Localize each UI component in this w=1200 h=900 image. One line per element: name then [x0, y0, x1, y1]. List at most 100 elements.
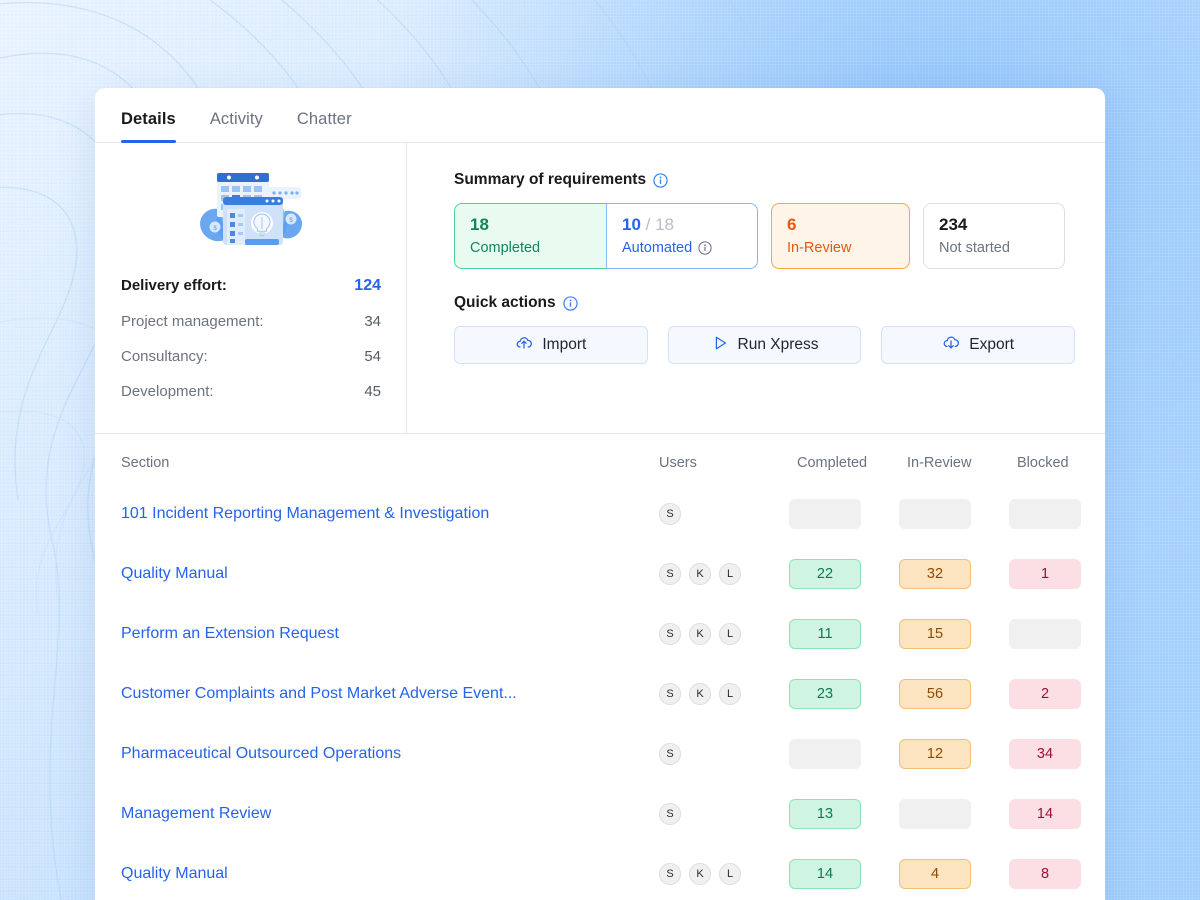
section-cell: Quality Manual — [121, 865, 659, 883]
not-started-count: 234 — [939, 215, 968, 234]
table-row: Management Review S 13 14 — [121, 784, 1081, 844]
cloud-download-icon — [942, 334, 960, 357]
in-review-pill: 4 — [899, 859, 971, 889]
tab-details[interactable]: Details — [121, 110, 176, 143]
summary-cards: 18 Completed 10 / 18 Automated 6 In-Revi… — [454, 203, 1075, 269]
info-icon[interactable] — [698, 241, 712, 255]
blocked-pill: 2 — [1009, 679, 1081, 709]
in-review-pill: 56 — [899, 679, 971, 709]
tab-chatter[interactable]: Chatter — [297, 110, 352, 142]
avatar[interactable]: S — [659, 503, 681, 525]
blocked-pill: 34 — [1009, 739, 1081, 769]
completed-pill: 11 — [789, 619, 861, 649]
export-button[interactable]: Export — [881, 326, 1076, 364]
cloud-upload-icon — [515, 334, 533, 357]
effort-value: 45 — [364, 383, 381, 400]
not-started-label: Not started — [939, 240, 1010, 256]
card-in-review[interactable]: 6 In-Review — [771, 203, 910, 269]
avatar-group: SKL — [659, 623, 789, 645]
completed-label: Completed — [470, 240, 541, 256]
effort-row-development: Development: 45 — [121, 383, 381, 400]
users-cell: SKL — [659, 623, 789, 645]
blocked-cell — [1009, 619, 1105, 649]
completed-cell: 23 — [789, 679, 899, 709]
blocked-cell: 2 — [1009, 679, 1105, 709]
in-review-count: 6 — [787, 215, 797, 234]
avatar[interactable]: S — [659, 803, 681, 825]
play-icon — [711, 334, 729, 357]
completed-cell: 22 — [789, 559, 899, 589]
empty-pill — [1009, 499, 1081, 529]
avatar[interactable]: S — [659, 683, 681, 705]
section-link[interactable]: Quality Manual — [121, 865, 228, 882]
effort-row-project-management: Project management: 34 — [121, 313, 381, 330]
header-blocked: Blocked — [1017, 455, 1069, 471]
details-card: Details Activity Chatter $ $ Delivery ef… — [95, 88, 1105, 900]
import-button[interactable]: Import — [454, 326, 648, 364]
completed-pill: 23 — [789, 679, 861, 709]
empty-pill — [789, 499, 861, 529]
completed-automated-pair: 18 Completed 10 / 18 Automated — [454, 203, 758, 269]
completed-cell: 13 — [789, 799, 899, 829]
summary-of-requirements-title: Summary of requirements — [454, 171, 1075, 189]
section-cell: Management Review — [121, 805, 659, 823]
avatar[interactable]: L — [719, 563, 741, 585]
users-cell: SKL — [659, 863, 789, 885]
export-label: Export — [969, 336, 1015, 353]
run-xpress-button[interactable]: Run Xpress — [667, 326, 862, 364]
table-row: Customer Complaints and Post Market Adve… — [121, 664, 1081, 724]
avatar[interactable]: S — [659, 743, 681, 765]
card-completed[interactable]: 18 Completed — [454, 203, 606, 269]
completed-pill: 22 — [789, 559, 861, 589]
avatar[interactable]: K — [689, 863, 711, 885]
users-cell: S — [659, 743, 789, 765]
table-header-row: Section Users Completed In-Review Blocke… — [121, 442, 1079, 484]
avatar[interactable]: L — [719, 683, 741, 705]
section-link[interactable]: Customer Complaints and Post Market Adve… — [121, 685, 517, 702]
in-review-label: In-Review — [787, 240, 852, 256]
card-automated[interactable]: 10 / 18 Automated — [606, 203, 758, 269]
summary-section: $ $ Delivery effort: 124 Project managem… — [95, 143, 1105, 434]
section-link[interactable]: 101 Incident Reporting Management & Inve… — [121, 505, 489, 522]
in-review-pill: 15 — [899, 619, 971, 649]
avatar-group: S — [659, 503, 789, 525]
info-icon[interactable] — [562, 295, 578, 311]
info-icon[interactable] — [653, 172, 668, 188]
section-cell: Pharmaceutical Outsourced Operations — [121, 745, 659, 763]
avatar[interactable]: K — [689, 683, 711, 705]
empty-pill — [899, 499, 971, 529]
avatar[interactable]: K — [689, 623, 711, 645]
table-row: Perform an Extension Request S K L 11 15 — [121, 604, 1081, 664]
section-link[interactable]: Pharmaceutical Outsourced Operations — [121, 745, 401, 762]
blocked-cell: 34 — [1009, 739, 1105, 769]
section-link[interactable]: Perform an Extension Request — [121, 625, 339, 642]
table-row: Quality Manual S K L 22 32 1 — [121, 544, 1081, 604]
card-not-started[interactable]: 234 Not started — [923, 203, 1065, 269]
header-section: Section — [121, 455, 170, 471]
avatar[interactable]: S — [659, 863, 681, 885]
avatar[interactable]: S — [659, 623, 681, 645]
users-cell: SKL — [659, 683, 789, 705]
in-review-cell: 32 — [899, 559, 1009, 589]
section-link[interactable]: Quality Manual — [121, 565, 228, 582]
in-review-cell — [899, 799, 1009, 829]
project-illustration: $ $ — [121, 167, 381, 251]
avatar[interactable]: L — [719, 623, 741, 645]
section-link[interactable]: Management Review — [121, 805, 271, 822]
section-cell: 101 Incident Reporting Management & Inve… — [121, 505, 659, 523]
automated-label: Automated — [622, 240, 693, 256]
avatar-group: SKL — [659, 863, 789, 885]
tab-activity[interactable]: Activity — [210, 110, 263, 142]
users-cell: S — [659, 803, 789, 825]
completed-cell — [789, 739, 899, 769]
automated-value: 10 — [622, 215, 641, 234]
avatar-group: S — [659, 803, 789, 825]
avatar[interactable]: L — [719, 863, 741, 885]
import-label: Import — [542, 336, 587, 353]
users-cell: S — [659, 503, 789, 525]
quick-actions-title: Quick actions — [454, 294, 1075, 312]
avatar[interactable]: S — [659, 563, 681, 585]
avatar[interactable]: K — [689, 563, 711, 585]
blocked-cell — [1009, 499, 1105, 529]
completed-pill: 13 — [789, 799, 861, 829]
